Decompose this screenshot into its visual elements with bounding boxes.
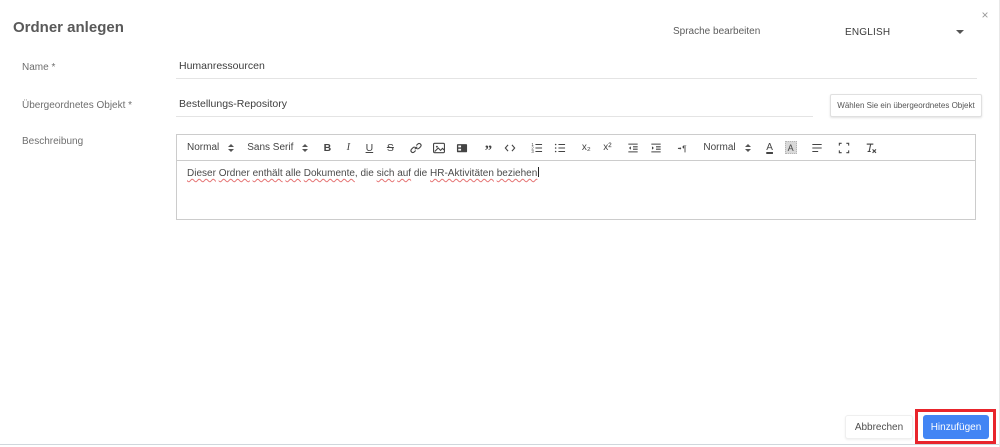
create-folder-dialog: Ordner anlegen × Sprache bearbeiten ENGL… [0, 0, 1000, 447]
toolbar-group [837, 139, 851, 157]
editor-content[interactable]: Dieser Ordner enthält alle Dokumente, di… [177, 161, 975, 220]
font-picker[interactable]: Sans Serif [247, 142, 309, 153]
ordered-list-icon[interactable]: 123 [530, 139, 544, 157]
toolbar-group: x₂ x² [580, 139, 613, 157]
fullscreen-icon[interactable] [837, 139, 851, 157]
name-input[interactable] [176, 57, 977, 79]
picker-arrows-icon [302, 143, 309, 152]
toolbar-group: Sans Serif [247, 142, 309, 153]
submit-button[interactable]: Hinzufügen [923, 415, 989, 439]
italic-button[interactable]: I [342, 139, 354, 157]
toolbar-group [864, 139, 878, 157]
cancel-button[interactable]: Abbrechen [845, 415, 913, 439]
language-select-value: ENGLISH [845, 26, 891, 38]
footer-divider [0, 444, 999, 445]
choose-parent-button[interactable]: Wählen Sie ein übergeordnetes Objekt [830, 94, 982, 117]
rich-text-editor: Normal Sans Serif B I U S ” 1 2 3 x₂ x² ¶ Normal A A Di… [176, 134, 976, 220]
parent-object-input[interactable] [176, 95, 813, 117]
picker-arrows-icon [744, 143, 751, 152]
bullet-list-icon[interactable] [553, 139, 567, 157]
clean-format-icon[interactable] [864, 139, 878, 157]
blockquote-button[interactable]: ” [482, 139, 494, 159]
bold-button[interactable]: B [321, 139, 333, 157]
link-icon[interactable] [409, 139, 423, 157]
underline-button[interactable]: U [363, 139, 375, 157]
parent-object-label: Übergeordnetes Objekt * [22, 100, 133, 111]
chevron-down-icon [956, 30, 964, 34]
toolbar-group: Normal [187, 142, 235, 153]
indent-icon[interactable] [649, 139, 663, 157]
direction-icon[interactable]: ¶ [676, 139, 690, 157]
picker-arrows-icon [228, 143, 235, 152]
edit-language-label: Sprache bearbeiten [673, 26, 761, 37]
superscript-button[interactable]: x² [601, 139, 613, 157]
size-picker[interactable]: Normal [703, 142, 751, 153]
description-label: Beschreibung [22, 136, 84, 147]
editor-toolbar: Normal Sans Serif B I U S ” 1 2 3 x₂ x² ¶ Normal A A [177, 135, 975, 161]
text-caret [538, 167, 540, 177]
toolbar-group: ” [482, 139, 517, 159]
toolbar-group: Normal [703, 142, 751, 153]
image-icon[interactable] [432, 139, 446, 157]
video-icon[interactable] [455, 139, 469, 157]
subscript-button[interactable]: x₂ [580, 139, 592, 157]
text-color-button[interactable]: A [764, 139, 776, 157]
toolbar-group: ¶ [676, 139, 690, 157]
background-color-button[interactable]: A [784, 141, 797, 154]
editor-text: Dieser Ordner enthält alle Dokumente, di… [187, 167, 540, 179]
toolbar-group [810, 139, 824, 157]
outdent-icon[interactable] [626, 139, 640, 157]
svg-text:3: 3 [532, 148, 535, 153]
code-block-icon[interactable] [503, 139, 517, 157]
name-label: Name * [22, 62, 56, 73]
toolbar-group [409, 139, 469, 157]
toolbar-group: 123 [530, 139, 567, 157]
header-picker[interactable]: Normal [187, 142, 235, 153]
strike-button[interactable]: S [384, 139, 396, 157]
language-select[interactable]: ENGLISH [845, 24, 964, 40]
align-icon[interactable] [810, 139, 824, 157]
toolbar-group: AA [764, 139, 797, 157]
page-title: Ordner anlegen [13, 19, 124, 36]
svg-text:¶: ¶ [683, 144, 688, 153]
toolbar-group [626, 139, 663, 157]
toolbar-group: BIUS [321, 139, 396, 157]
close-icon[interactable]: × [978, 8, 992, 22]
